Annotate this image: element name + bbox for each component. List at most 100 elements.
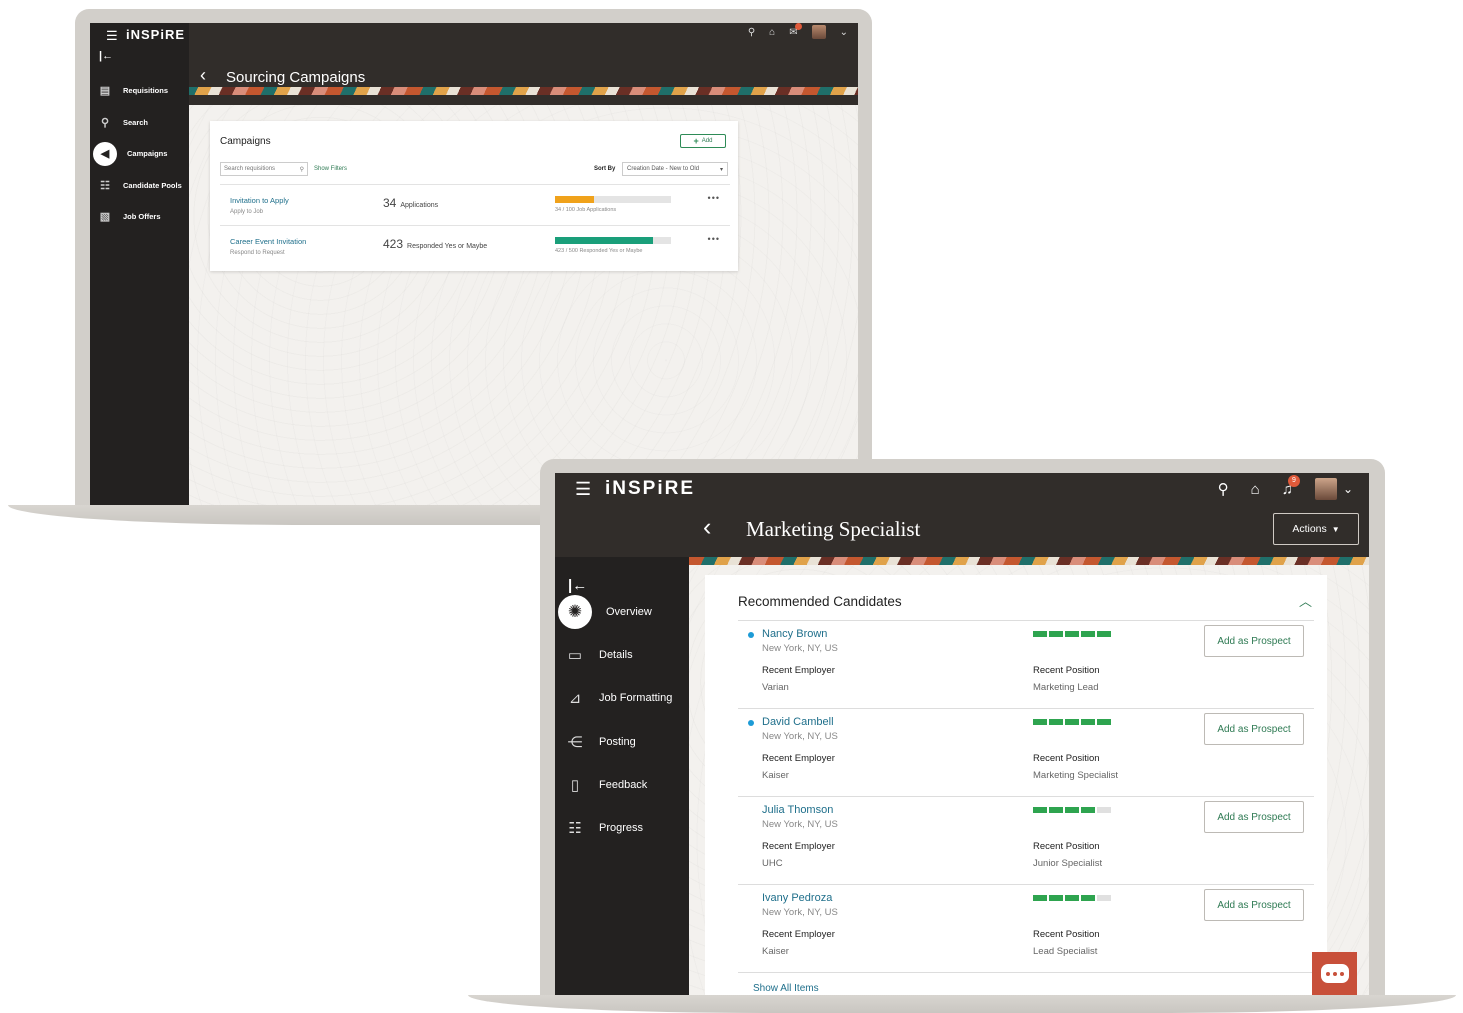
- match-rating: [1033, 807, 1111, 813]
- sidebar-item-label: Posting: [599, 735, 636, 748]
- divider: [738, 972, 1314, 973]
- back-banner-strip: [90, 87, 858, 95]
- sidebar-item-label: Details: [599, 648, 633, 661]
- card-title: Campaigns: [220, 136, 271, 147]
- candidate-location: New York, NY, US: [762, 907, 838, 918]
- campaign-row[interactable]: Invitation to Apply Apply to Job 34 Appl…: [220, 185, 730, 225]
- position-label: Recent Position: [1033, 665, 1100, 676]
- add-as-prospect-button[interactable]: Add as Prospect: [1204, 801, 1304, 833]
- progress-label: 423 / 500 Responded Yes or Maybe: [555, 248, 643, 254]
- chat-button[interactable]: [1312, 952, 1357, 995]
- collapse-sidebar-icon[interactable]: |←: [99, 50, 113, 62]
- avatar[interactable]: [811, 25, 826, 39]
- candidate-row: Julia Thomson New York, NY, US Recent Em…: [738, 797, 1314, 885]
- rating-segment: [1081, 807, 1095, 813]
- position-value: Junior Specialist: [1033, 858, 1103, 869]
- position-label: Recent Position: [1033, 753, 1100, 764]
- sidebar-item-overview[interactable]: ✺ Overview: [555, 590, 689, 633]
- employer-value: Varian: [762, 682, 789, 693]
- more-options-icon[interactable]: •••: [708, 234, 720, 244]
- progress-fill: [555, 237, 654, 244]
- sidebar-item-job-offers[interactable]: ▧ Job Offers: [90, 201, 189, 233]
- overview-icon: ✺: [558, 594, 592, 629]
- sidebar-item-feedback[interactable]: ▯ Feedback: [555, 763, 689, 806]
- show-all-items-link[interactable]: Show All Items: [753, 983, 819, 994]
- sidebar-item-label: Candidate Pools: [123, 180, 182, 190]
- search-input[interactable]: Search requisitions ⚲: [220, 162, 308, 176]
- campaign-row[interactable]: Career Event Invitation Respond to Reque…: [220, 226, 730, 266]
- count-unit: Responded Yes or Maybe: [407, 243, 488, 250]
- show-filters-link[interactable]: Show Filters: [314, 166, 347, 172]
- back-header-icons: ⚲ ⌂ ✉ ⌄: [748, 23, 848, 39]
- back-arrow-icon[interactable]: ‹: [703, 513, 711, 542]
- count-value: 423: [383, 237, 404, 251]
- search-icon: ⚲: [299, 166, 304, 173]
- progress-label: 34 / 100 Job Applications: [555, 207, 617, 213]
- actions-button[interactable]: Actions ▼: [1273, 513, 1359, 545]
- add-campaign-button[interactable]: + Add: [680, 134, 726, 148]
- chevron-down-icon[interactable]: ⌄: [840, 27, 848, 38]
- rating-segment: [1065, 807, 1079, 813]
- add-as-prospect-button[interactable]: Add as Prospect: [1204, 713, 1304, 745]
- candidate-name[interactable]: David Cambell: [762, 716, 834, 728]
- candidate-name[interactable]: Ivany Pedroza: [762, 892, 832, 904]
- position-value: Marketing Specialist: [1033, 770, 1119, 781]
- candidate-row: Nancy Brown New York, NY, US Recent Empl…: [738, 621, 1314, 709]
- new-indicator-dot: [748, 632, 754, 638]
- employer-label: Recent Employer: [762, 665, 835, 676]
- chevron-up-icon[interactable]: ︿: [1299, 591, 1312, 610]
- employer-value: UHC: [762, 858, 783, 869]
- menu-icon[interactable]: ☰: [106, 28, 118, 44]
- campaign-count: 423 Responded Yes or Maybe: [383, 237, 487, 251]
- position-label: Recent Position: [1033, 929, 1100, 940]
- candidate-name[interactable]: Julia Thomson: [762, 804, 833, 816]
- back-arrow-icon[interactable]: ‹: [200, 65, 206, 86]
- rating-segment: [1081, 631, 1095, 637]
- back-nav: ▤ Requisitions ⚲ Search ◀ Campaigns ☷ Ca…: [90, 75, 189, 233]
- position-value: Marketing Lead: [1033, 682, 1099, 693]
- notification-bell-icon[interactable]: ♫ 9: [1282, 474, 1300, 498]
- add-as-prospect-button[interactable]: Add as Prospect: [1204, 625, 1304, 657]
- sidebar-item-label: Campaigns: [127, 149, 168, 159]
- campaign-type: Respond to Request: [230, 250, 285, 256]
- search-icon[interactable]: ⚲: [748, 27, 755, 38]
- posting-icon: ⋲: [567, 733, 583, 751]
- front-banner-strip: [689, 557, 1369, 565]
- position-label: Recent Position: [1033, 841, 1100, 852]
- home-icon[interactable]: ⌂: [769, 27, 775, 38]
- rating-segment: [1033, 631, 1047, 637]
- avatar: [1314, 478, 1337, 500]
- sidebar-item-posting[interactable]: ⋲ Posting: [555, 720, 689, 763]
- brand-logo: iNSPiRE: [126, 27, 186, 42]
- campaign-name[interactable]: Invitation to Apply: [230, 196, 289, 205]
- candidate-name[interactable]: Nancy Brown: [762, 628, 827, 640]
- rating-segment: [1049, 807, 1063, 813]
- page-title: Sourcing Campaigns: [226, 69, 366, 86]
- add-as-prospect-button[interactable]: Add as Prospect: [1204, 889, 1304, 921]
- rating-segment: [1033, 807, 1047, 813]
- job-formatting-icon: ⊿: [568, 690, 582, 708]
- search-icon[interactable]: ⚲: [1218, 480, 1229, 498]
- menu-icon[interactable]: ☰: [575, 479, 591, 500]
- sidebar-item-progress[interactable]: ☷ Progress: [555, 806, 689, 849]
- sort-select[interactable]: Creation Date - New to Old ▾: [622, 162, 728, 176]
- sidebar-item-candidate-pools[interactable]: ☷ Candidate Pools: [90, 170, 189, 202]
- rating-segment: [1049, 719, 1063, 725]
- user-menu[interactable]: ⌄: [1314, 478, 1353, 500]
- add-label: Add: [701, 138, 713, 144]
- sidebar-item-campaigns[interactable]: ◀ Campaigns: [90, 138, 189, 170]
- campaign-name[interactable]: Career Event Invitation: [230, 237, 306, 246]
- sidebar-item-label: Requisitions: [123, 86, 169, 96]
- sidebar-item-requisitions[interactable]: ▤ Requisitions: [90, 75, 189, 107]
- brand-logo: iNSPiRE: [605, 478, 696, 499]
- back-laptop-screen: ☰ iNSPiRE ⚲ ⌂ ✉ ⌄ |← ▤ Requisitions ⚲ Se…: [90, 23, 858, 505]
- sidebar-item-search[interactable]: ⚲ Search: [90, 107, 189, 139]
- more-options-icon[interactable]: •••: [708, 193, 720, 203]
- sidebar-item-job-formatting[interactable]: ⊿ Job Formatting: [555, 677, 689, 720]
- home-icon[interactable]: ⌂: [1251, 481, 1260, 498]
- campaign-type: Apply to Job: [230, 209, 264, 215]
- sidebar-item-details[interactable]: ▭ Details: [555, 633, 689, 676]
- sidebar-item-label: Overview: [606, 605, 652, 618]
- notification-icon[interactable]: ✉: [789, 23, 803, 38]
- job-offer-icon: ▧: [99, 211, 111, 224]
